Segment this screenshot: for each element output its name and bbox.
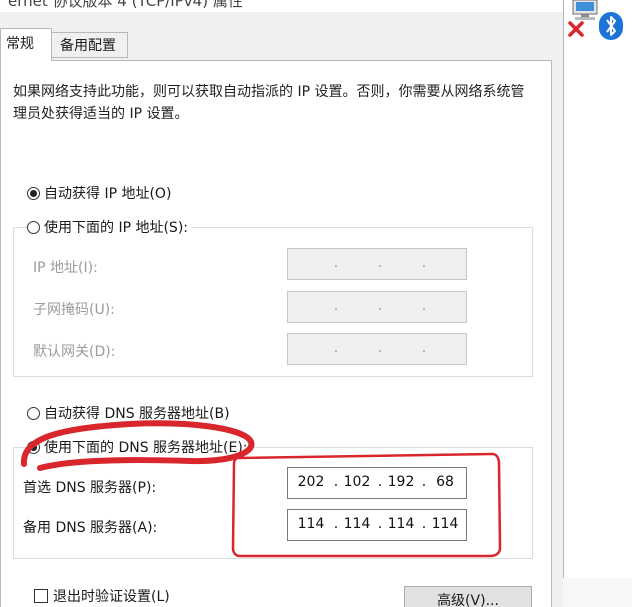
title-bar: ernet 协议版本 4 (TCP/IPv4) 属性 ✕ [0,0,563,12]
octet-separator: . [421,340,427,356]
tab-alternate-config[interactable]: 备用配置 [52,32,128,58]
octet-separator: . [333,516,339,532]
radio-auto-dns-label: 自动获得 DNS 服务器地址(B) [44,406,230,422]
validate-on-exit-checkbox[interactable]: 退出时验证设置(L) [34,586,170,606]
dns-octet[interactable]: 114 [384,516,418,532]
dns-server-group [13,447,533,559]
ip-address-label: IP 地址(I): [33,260,98,276]
desktop-background [563,0,632,607]
error-x-icon [568,21,584,37]
dns-octet[interactable]: 102 [340,474,374,490]
radio-manual-dns[interactable]: 使用下面的 DNS 服务器地址(E): [27,437,252,457]
radio-auto-ip-indicator[interactable] [27,186,40,200]
general-panel: 如果网络支持此功能，则可以获取自动指派的 IP 设置。否则，你需要从网络系统管理… [0,60,552,607]
octet-separator: . [377,516,383,532]
radio-auto-ip[interactable]: 自动获得 IP 地址(O) [27,183,171,203]
tab-general[interactable]: 常规 [0,28,52,61]
radio-manual-ip[interactable]: 使用下面的 IP 地址(S): [27,217,192,237]
ipv4-properties-dialog: ernet 协议版本 4 (TCP/IPv4) 属性 ✕ 常规 备用配置 如果网… [0,0,563,607]
window-edge-divider [563,0,564,578]
octet-separator: . [421,298,427,314]
radio-auto-dns-indicator[interactable] [27,406,40,420]
octet-separator: . [421,255,427,271]
radio-manual-ip-indicator[interactable] [27,220,40,234]
default-gateway-input: . . . [287,333,467,365]
dns-octet[interactable]: 114 [428,516,462,532]
radio-manual-dns-indicator[interactable] [27,440,40,454]
octet-separator: . [333,255,339,271]
alternate-dns-input[interactable]: 114 . 114 . 114 . 114 [287,509,467,541]
dns-octet[interactable]: 114 [294,516,328,532]
octet-separator: . [377,340,383,356]
subnet-mask-label: 子网掩码(U): [33,302,115,318]
radio-manual-dns-label: 使用下面的 DNS 服务器地址(E): [44,440,248,456]
octet-separator: . [377,255,383,271]
ip-address-input: . . . [287,248,467,280]
desktop-bottom-area [563,578,632,607]
dns-octet[interactable]: 192 [384,474,418,490]
subnet-mask-input: . . . [287,291,467,323]
preferred-dns-label: 首选 DNS 服务器(P): [23,480,157,496]
dns-octet[interactable]: 68 [428,474,462,490]
bluetooth-icon [599,12,623,40]
bluetooth-glyph [606,16,616,36]
radio-auto-dns[interactable]: 自动获得 DNS 服务器地址(B) [27,403,230,423]
octet-separator: . [333,474,339,490]
window-title: ernet 协议版本 4 (TCP/IPv4) 属性 [8,0,243,10]
validate-on-exit-label: 退出时验证设置(L) [53,589,170,605]
close-button[interactable]: ✕ [538,0,551,5]
octet-separator: . [421,474,427,490]
description-text: 如果网络支持此功能，则可以获取自动指派的 IP 设置。否则，你需要从网络系统管理… [13,84,525,122]
advanced-button[interactable]: 高级(V)... [404,586,532,607]
octet-separator: . [333,340,339,356]
dns-octet[interactable]: 114 [340,516,374,532]
alternate-dns-label: 备用 DNS 服务器(A): [23,520,158,536]
radio-manual-ip-label: 使用下面的 IP 地址(S): [44,220,188,236]
preferred-dns-input[interactable]: 202 . 102 . 192 . 68 [287,467,467,499]
octet-separator: . [377,474,383,490]
default-gateway-label: 默认网关(D): [33,344,116,360]
octet-separator: . [333,298,339,314]
radio-auto-ip-label: 自动获得 IP 地址(O) [44,186,172,202]
octet-separator: . [377,298,383,314]
dns-octet[interactable]: 202 [294,474,328,490]
validate-on-exit-box[interactable] [34,589,48,603]
octet-separator: . [421,516,427,532]
